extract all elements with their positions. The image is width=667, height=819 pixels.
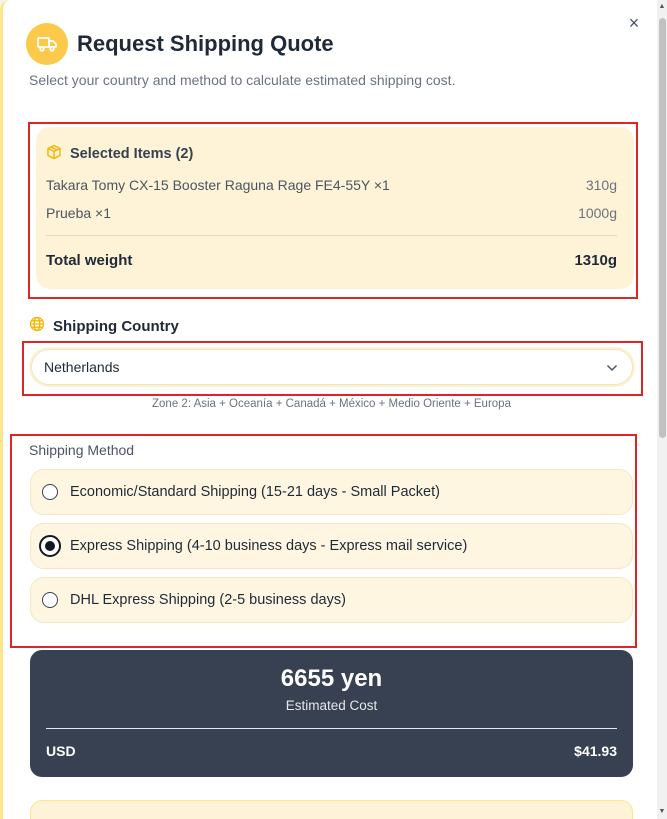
shipping-country-label: Shipping Country xyxy=(29,316,179,336)
chevron-down-icon xyxy=(606,359,618,375)
item-weight: 310g xyxy=(585,177,617,193)
list-item: Takara Tomy CX-15 Booster Raguna Rage FE… xyxy=(46,177,617,193)
radio-button-checked[interactable] xyxy=(39,535,61,557)
selected-items-heading: Selected Items (2) xyxy=(46,144,193,164)
method-option-label: Express Shipping (4-10 business days - E… xyxy=(70,538,468,554)
cost-divider xyxy=(46,728,617,729)
total-weight-row: Total weight 1310g xyxy=(46,252,617,269)
scroll-up-arrow-icon[interactable]: ▲ xyxy=(658,3,666,11)
method-option-dhl[interactable]: DHL Express Shipping (2-5 business days) xyxy=(30,577,633,623)
shipping-quote-modal: × Request Shipping Quote Select your cou… xyxy=(0,0,657,819)
truck-icon xyxy=(26,23,68,65)
modal-title: Request Shipping Quote xyxy=(77,31,334,56)
items-divider xyxy=(46,235,617,236)
total-weight-value: 1310g xyxy=(574,252,617,269)
globe-icon xyxy=(29,316,45,336)
shipping-method-label: Shipping Method xyxy=(29,442,135,458)
cost-caption: Estimated Cost xyxy=(285,698,378,713)
method-option-express[interactable]: Express Shipping (4-10 business days - E… xyxy=(30,523,633,569)
radio-button[interactable] xyxy=(42,484,58,500)
selected-items-card: Selected Items (2) Takara Tomy CX-15 Boo… xyxy=(36,127,634,289)
radio-button[interactable] xyxy=(42,592,58,608)
scroll-thumb[interactable] xyxy=(659,18,666,438)
usd-value: $41.93 xyxy=(574,743,617,759)
list-item: Prueba ×1 1000g xyxy=(46,205,617,221)
close-icon: × xyxy=(628,13,640,33)
shipping-country-title: Shipping Country xyxy=(53,317,179,335)
scroll-down-arrow-icon[interactable]: ▼ xyxy=(658,808,666,816)
item-weight: 1000g xyxy=(578,205,617,221)
scrollbar[interactable]: ▲ ▼ xyxy=(657,0,667,819)
item-name: Takara Tomy CX-15 Booster Raguna Rage FE… xyxy=(46,177,390,193)
method-option-label: Economic/Standard Shipping (15-21 days -… xyxy=(70,484,440,500)
selected-items-title: Selected Items (2) xyxy=(70,146,194,162)
country-select-value: Netherlands xyxy=(44,359,120,375)
method-option-label: DHL Express Shipping (2-5 business days) xyxy=(70,592,346,608)
cost-amount: 6655 yen xyxy=(280,665,383,692)
method-option-economic[interactable]: Economic/Standard Shipping (15-21 days -… xyxy=(30,469,633,515)
total-weight-label: Total weight xyxy=(46,252,133,269)
zone-note: Zone 2: Asia + Oceanía + Canadá + México… xyxy=(152,398,511,410)
package-icon xyxy=(46,144,62,164)
close-button[interactable]: × xyxy=(623,12,645,34)
estimated-cost-card: 6655 yen Estimated Cost USD $41.93 xyxy=(30,650,633,777)
item-name: Prueba ×1 xyxy=(46,205,111,221)
country-select[interactable]: Netherlands xyxy=(31,349,633,385)
next-section-card xyxy=(30,800,633,819)
modal-subtitle: Select your country and method to calcul… xyxy=(29,72,456,88)
usd-label: USD xyxy=(46,743,76,759)
